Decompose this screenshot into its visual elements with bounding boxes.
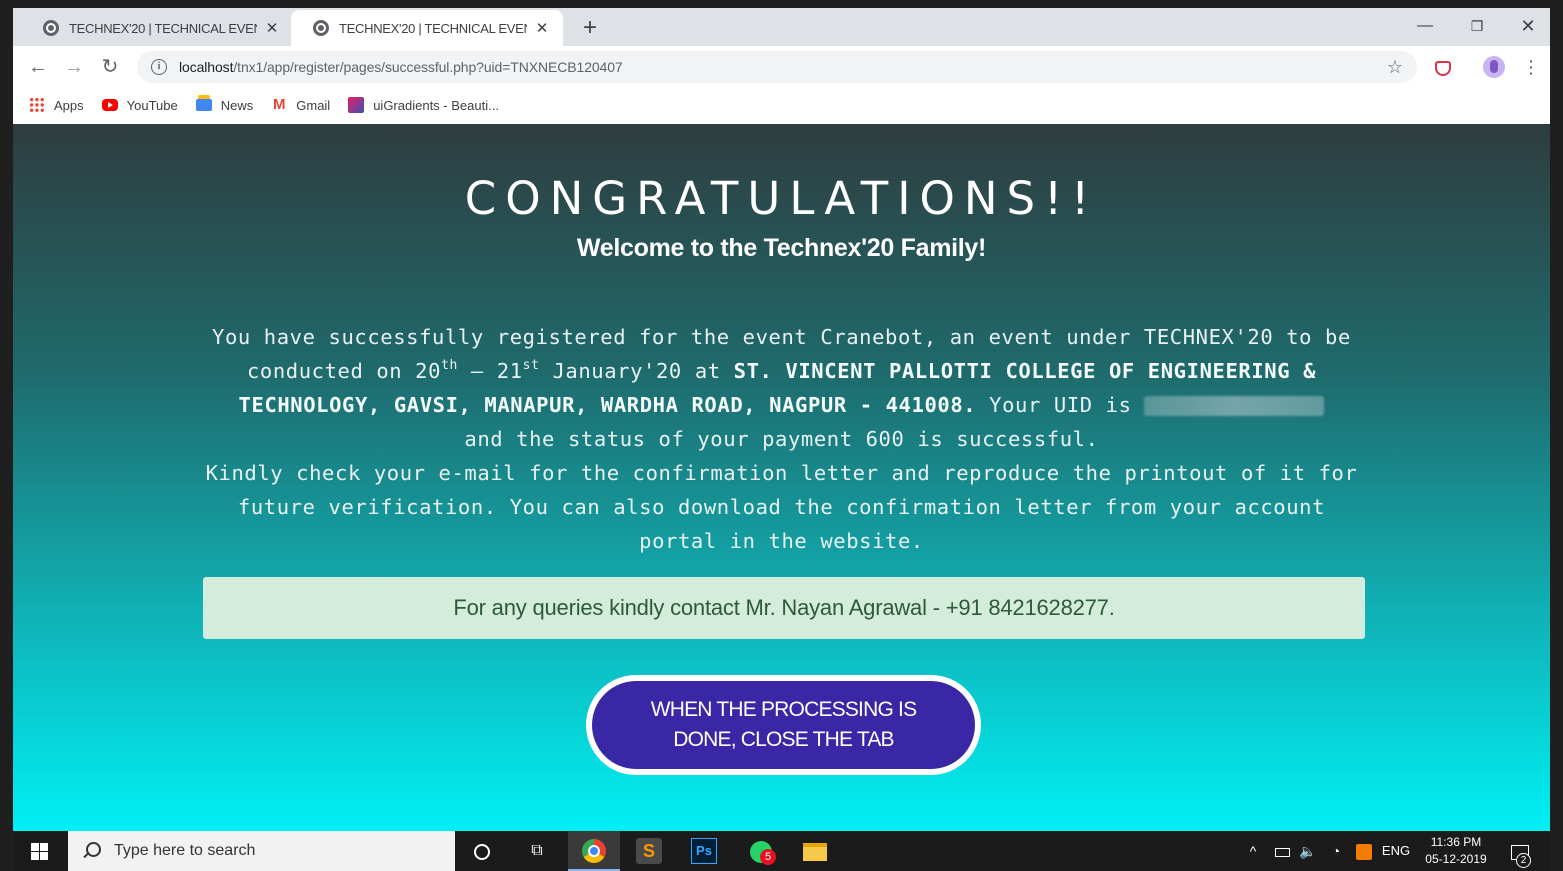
antivirus-icon[interactable] xyxy=(1353,831,1375,871)
contact-alert: For any queries kindly contact Mr. Nayan… xyxy=(203,577,1365,639)
window-close-icon[interactable]: ✕ xyxy=(1505,12,1551,40)
apps-icon xyxy=(29,97,45,113)
task-view-icon[interactable]: ⧉ xyxy=(523,837,551,865)
chrome-taskbar-icon[interactable] xyxy=(568,831,620,871)
language-indicator[interactable]: ENG xyxy=(1378,831,1414,871)
bookmark-apps[interactable]: Apps xyxy=(29,97,84,113)
forward-arrow-icon[interactable]: → xyxy=(60,53,88,81)
bookmark-star-icon[interactable]: ☆ xyxy=(1387,57,1403,78)
event-name: Cranebot xyxy=(820,325,924,349)
new-tab-button[interactable]: + xyxy=(576,14,604,42)
message-text: Your UID is xyxy=(976,393,1145,417)
windows-start-icon[interactable] xyxy=(31,843,49,861)
address-bar[interactable]: i localhost/tnx1/app/register/pages/succ… xyxy=(137,51,1417,83)
payment-status-text: and the status of your payment 600 is su… xyxy=(464,427,1099,451)
wifi-icon[interactable]: ◔ xyxy=(1325,831,1347,871)
minimize-icon[interactable]: — xyxy=(1402,12,1448,40)
uid-redacted xyxy=(1144,396,1325,416)
bookmark-label: Gmail xyxy=(296,97,331,113)
clock-date: 05-12-2019 xyxy=(1425,852,1487,866)
page-subtitle: Welcome to the Technex'20 Family! xyxy=(576,234,987,262)
bookmark-label: News xyxy=(220,97,254,113)
uigradients-icon xyxy=(348,97,365,113)
tab-2[interactable]: TECHNEX'20 | TECHNICAL EVENT ✕ xyxy=(291,10,563,46)
kebab-menu-icon[interactable]: ⋮ xyxy=(1519,55,1543,79)
close-icon[interactable]: ✕ xyxy=(263,19,281,37)
whatsapp-badge: 5 xyxy=(760,849,776,865)
news-icon xyxy=(195,95,212,111)
taskbar-clock[interactable]: 11:36 PM 05-12-2019 xyxy=(1418,834,1494,868)
globe-icon xyxy=(43,20,59,36)
reload-icon[interactable]: ↻ xyxy=(96,53,124,81)
message-text: You have successfully registered for the… xyxy=(212,325,821,349)
pocket-extension-icon[interactable] xyxy=(1431,55,1455,79)
tab-1[interactable]: TECHNEX'20 | TECHNICAL EVENT ✕ xyxy=(21,10,293,46)
youtube-icon xyxy=(101,99,118,111)
info-icon[interactable]: i xyxy=(151,59,167,75)
url-text[interactable]: localhost/tnx1/app/register/pages/succes… xyxy=(179,59,1387,75)
gmail-icon: M xyxy=(273,96,286,113)
cortana-icon[interactable] xyxy=(468,837,496,865)
tab-strip: TECHNEX'20 | TECHNICAL EVENT ✕ TECHNEX'2… xyxy=(13,8,1550,46)
ordinal-suffix: st xyxy=(522,358,540,373)
search-icon xyxy=(82,842,101,860)
bookmark-youtube[interactable]: YouTube xyxy=(101,97,178,113)
instructions-text: Kindly check your e-mail for the confirm… xyxy=(205,461,1358,553)
close-tab-button-outline: WHEN THE PROCESSING IS DONE, CLOSE THE T… xyxy=(586,675,981,775)
close-icon[interactable]: ✕ xyxy=(533,19,551,37)
ordinal-suffix: th xyxy=(441,358,458,373)
message-text: – 21 xyxy=(457,359,523,383)
close-tab-button[interactable]: WHEN THE PROCESSING IS DONE, CLOSE THE T… xyxy=(592,681,975,769)
bookmarks-bar: Apps YouTube News M Gmail uiGradients - B… xyxy=(13,88,1550,122)
browser-window: TECHNEX'20 | TECHNICAL EVENT ✕ TECHNEX'2… xyxy=(13,8,1550,124)
profile-avatar[interactable] xyxy=(1483,56,1505,78)
screen: TECHNEX'20 | TECHNICAL EVENT ✕ TECHNEX'2… xyxy=(0,0,1563,871)
windows-taskbar: Type here to search ⧉ S Ps 5 ^ 🔈 ◔ ENG 1… xyxy=(13,831,1550,871)
restore-icon[interactable]: ❐ xyxy=(1454,12,1500,40)
message-text: January'20 at xyxy=(539,359,734,383)
page-content: CONGRATULATIONS!! Welcome to the Technex… xyxy=(13,124,1550,831)
battery-icon[interactable] xyxy=(1271,831,1293,871)
notifications-badge: 2 xyxy=(1516,853,1531,868)
back-arrow-icon[interactable]: ← xyxy=(24,53,52,81)
bookmark-label: YouTube xyxy=(126,97,178,113)
bookmark-news[interactable]: News xyxy=(195,95,254,113)
clock-time: 11:36 PM xyxy=(1430,835,1482,849)
photoshop-icon[interactable]: Ps xyxy=(691,838,717,864)
tab-title: TECHNEX'20 | TECHNICAL EVENT xyxy=(339,20,527,36)
taskbar-search-input[interactable]: Type here to search xyxy=(68,831,455,871)
file-explorer-icon[interactable] xyxy=(801,837,829,865)
browser-toolbar: ← → ↻ i localhost/tnx1/app/register/page… xyxy=(13,46,1550,88)
bookmark-label: Apps xyxy=(54,97,84,113)
registration-message: You have successfully registered for the… xyxy=(193,320,1370,558)
search-placeholder: Type here to search xyxy=(114,842,256,859)
page-title: CONGRATULATIONS!! xyxy=(464,172,1099,225)
bookmark-gmail[interactable]: M Gmail xyxy=(271,97,330,113)
sublime-text-icon[interactable]: S xyxy=(636,838,662,864)
bookmark-uigradients[interactable]: uiGradients - Beauti... xyxy=(348,97,499,113)
volume-icon[interactable]: 🔈 xyxy=(1297,831,1319,871)
bookmark-label: uiGradients - Beauti... xyxy=(373,97,499,113)
url-host: localhost xyxy=(179,59,234,75)
url-path: /tnx1/app/register/pages/successful.php?… xyxy=(233,59,623,75)
tab-title: TECHNEX'20 | TECHNICAL EVENT xyxy=(69,20,257,36)
chevron-up-icon[interactable]: ^ xyxy=(1243,831,1263,871)
globe-icon xyxy=(313,20,329,36)
